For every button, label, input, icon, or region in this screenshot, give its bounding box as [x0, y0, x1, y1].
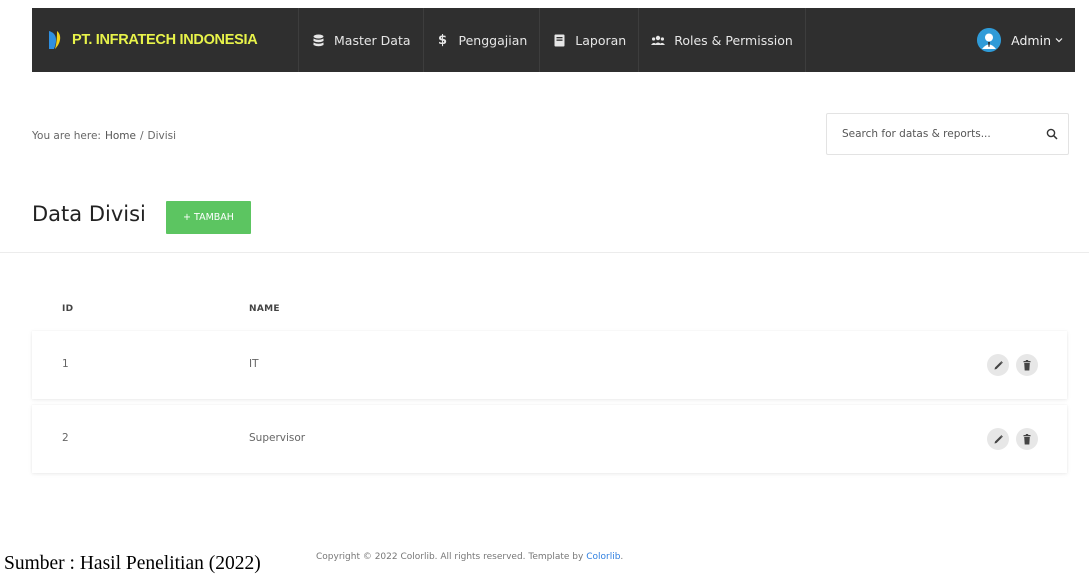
breadcrumb-prefix: You are here: — [32, 130, 101, 142]
brand-name: PT. INFRATECH INDONESIA — [72, 32, 258, 48]
book-icon — [552, 33, 566, 47]
table-row: 2 Supervisor — [32, 405, 1067, 473]
row-id: 2 — [62, 432, 69, 444]
copyright: Copyright © 2022 Colorlib. All rights re… — [316, 552, 623, 562]
divider — [0, 252, 1089, 253]
app-frame: PT. INFRATECH INDONESIA Master Data $ Pe… — [0, 0, 1089, 579]
brand[interactable]: PT. INFRATECH INDONESIA — [32, 8, 298, 72]
main-menu: Master Data $ Penggajian Laporan Roles &… — [298, 8, 806, 72]
breadcrumb: You are here: Home / Divisi — [32, 130, 180, 142]
nav-item-roles-permission[interactable]: Roles & Permission — [638, 8, 806, 72]
breadcrumb-current: Divisi — [147, 130, 177, 142]
brand-logo-icon — [49, 31, 61, 49]
breadcrumb-home[interactable]: Home — [105, 130, 136, 142]
nav-item-label: Roles & Permission — [674, 32, 793, 48]
row-name: IT — [249, 358, 259, 370]
delete-button[interactable] — [1016, 354, 1038, 376]
database-icon — [311, 33, 325, 47]
top-navbar: PT. INFRATECH INDONESIA Master Data $ Pe… — [32, 8, 1075, 72]
copyright-end: . — [620, 552, 624, 562]
figure-caption: Sumber : Hasil Penelitian (2022) — [4, 553, 261, 574]
table-row: 1 IT — [32, 331, 1067, 399]
pencil-icon — [994, 434, 1003, 443]
nav-item-master-data[interactable]: Master Data — [298, 8, 423, 72]
search-input[interactable] — [842, 128, 1046, 140]
nav-item-laporan[interactable]: Laporan — [539, 8, 638, 72]
dollar-icon: $ — [437, 32, 448, 48]
chevron-down-icon — [1055, 36, 1063, 44]
nav-item-penggajian[interactable]: $ Penggajian — [422, 8, 540, 72]
search-icon[interactable] — [1046, 128, 1058, 140]
column-header-id: ID — [62, 304, 74, 314]
colorlib-link[interactable]: Colorlib — [586, 552, 620, 562]
search-box — [826, 113, 1069, 155]
row-id: 1 — [62, 358, 69, 370]
pencil-icon — [994, 360, 1003, 369]
row-name: Supervisor — [249, 432, 306, 444]
trash-icon — [1023, 359, 1031, 370]
add-button[interactable]: + TAMBAH — [166, 201, 251, 234]
users-icon — [651, 33, 666, 47]
nav-item-label: Master Data — [334, 32, 411, 48]
edit-button[interactable] — [987, 354, 1009, 376]
nav-item-label: Penggajian — [458, 32, 528, 48]
breadcrumb-separator: / — [139, 130, 144, 142]
delete-button[interactable] — [1016, 428, 1038, 450]
copyright-text: Copyright © 2022 Colorlib. All rights re… — [316, 552, 587, 562]
user-name: Admin — [1011, 32, 1051, 48]
column-header-name: NAME — [249, 304, 280, 314]
trash-icon — [1023, 433, 1031, 444]
edit-button[interactable] — [987, 428, 1009, 450]
nav-item-label: Laporan — [575, 32, 627, 48]
user-avatar-icon — [977, 28, 1002, 52]
user-menu[interactable]: Admin — [977, 8, 1063, 72]
page-title: Data Divisi — [32, 202, 146, 226]
